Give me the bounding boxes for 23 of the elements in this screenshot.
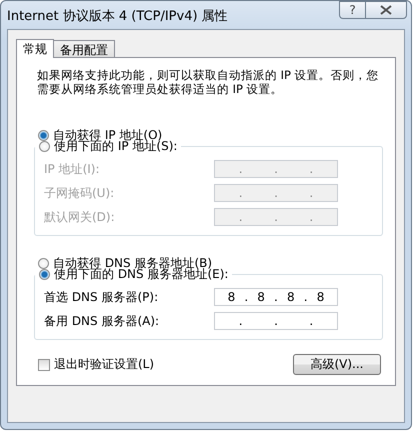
checkbox-label: 退出时验证设置(L) (54, 356, 154, 373)
field-label: 默认网关(D): (44, 208, 115, 226)
advanced-button[interactable]: 高级(V)... (293, 354, 381, 375)
field-label: 首选 DNS 服务器(P): (44, 288, 158, 306)
window-title: Internet 协议版本 4 (TCP/IPv4) 属性 (7, 8, 228, 25)
radio-button[interactable] (38, 258, 49, 268)
field-label: 子网掩码(U): (44, 184, 114, 202)
field-label: IP 地址(I): (44, 160, 100, 178)
intro-text: 如果网络支持此功能，则可以获取自动指派的 IP 设置。否则，您需要从网络系统管理员处获得适当的 IP 设置。 (37, 68, 380, 96)
close-icon (380, 5, 392, 15)
help-button[interactable]: ? (339, 1, 365, 19)
radio-button[interactable] (39, 268, 50, 280)
tab[interactable]: 备用配置 (53, 40, 115, 57)
radio-button[interactable] (39, 140, 50, 152)
ip-address-field[interactable]: . . . (214, 312, 338, 330)
radio-label: 自动获得 DNS 服务器地址(B) (53, 254, 212, 270)
tab[interactable]: 常规 (16, 39, 54, 58)
radio-button[interactable] (38, 130, 49, 140)
field-label: 备用 DNS 服务器(A): (44, 312, 160, 330)
close-button[interactable] (365, 1, 407, 19)
ip-address-field[interactable]: 8 . 8 . 8 . 8 (214, 288, 338, 306)
checkbox[interactable] (38, 358, 50, 370)
radio-label: 自动获得 IP 地址(O) (53, 126, 162, 142)
